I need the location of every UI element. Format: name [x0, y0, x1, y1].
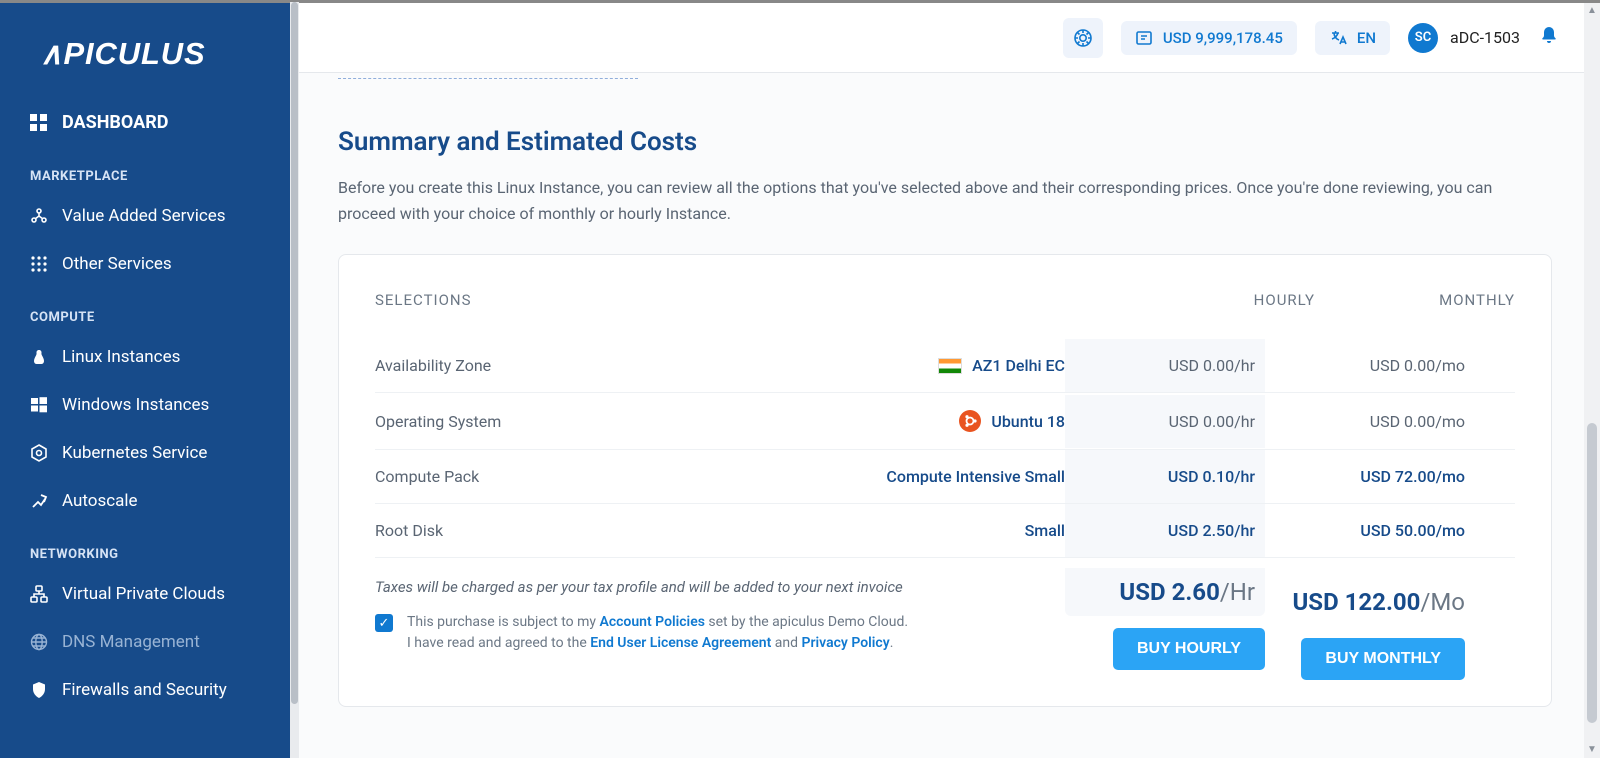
table-row: Operating System Ubuntu 18 USD 0.00/hr U…: [375, 393, 1515, 450]
table-row: Compute Pack Compute Intensive Small USD…: [375, 450, 1515, 504]
shield-icon: [30, 681, 48, 699]
nav-linux[interactable]: Linux Instances: [0, 333, 290, 381]
nav-autoscale[interactable]: Autoscale: [0, 477, 290, 525]
nav-kubernetes-label: Kubernetes Service: [62, 443, 207, 463]
header-selections: SELECTIONS: [375, 291, 1115, 309]
summary-card: SELECTIONS HOURLY MONTHLY Availability Z…: [338, 254, 1552, 707]
topbar: USD 9,999,178.45 EN SC aDC-1503: [290, 3, 1600, 73]
brand-logo[interactable]: ∧PICULUS: [0, 33, 290, 98]
nav-kubernetes[interactable]: Kubernetes Service: [0, 429, 290, 477]
autoscale-icon: [30, 492, 48, 510]
nav-dashboard[interactable]: DASHBOARD: [0, 98, 290, 147]
row-monthly: USD 0.00/mo: [1265, 356, 1465, 375]
notifications-icon[interactable]: [1538, 25, 1560, 51]
flag-india-icon: [938, 358, 962, 374]
nav-autoscale-label: Autoscale: [62, 491, 138, 511]
user-menu[interactable]: SC aDC-1503: [1408, 23, 1520, 53]
nav-dns: DNS Management: [0, 618, 290, 666]
svg-text:∧PICULUS: ∧PICULUS: [40, 36, 205, 71]
eula-link[interactable]: End User License Agreement: [590, 635, 771, 651]
row-monthly: USD 0.00/mo: [1265, 412, 1465, 431]
nav-linux-label: Linux Instances: [62, 347, 180, 367]
row-label: Root Disk: [375, 521, 443, 540]
privacy-link[interactable]: Privacy Policy: [802, 635, 890, 651]
nav-dns-label: DNS Management: [62, 632, 200, 652]
row-hourly: USD 0.00/hr: [1065, 395, 1265, 448]
dashboard-icon: [30, 114, 48, 132]
row-monthly: USD 50.00/mo: [1265, 521, 1465, 540]
nav-vas[interactable]: Value Added Services: [0, 192, 290, 240]
nav-other[interactable]: Other Services: [0, 240, 290, 288]
ubuntu-icon: [959, 410, 981, 432]
agreement-row: ✓ This purchase is subject to my Account…: [375, 612, 1065, 654]
account-policies-link[interactable]: Account Policies: [599, 614, 704, 630]
table-header: SELECTIONS HOURLY MONTHLY: [375, 291, 1515, 339]
row-hourly: USD 0.00/hr: [1065, 339, 1265, 392]
windows-icon: [30, 396, 48, 414]
linux-icon: [30, 348, 48, 366]
language-pill[interactable]: EN: [1315, 21, 1390, 55]
sidebar-scrollbar[interactable]: [290, 2, 299, 758]
content: Summary and Estimated Costs Before you c…: [290, 79, 1600, 758]
header-monthly: MONTHLY: [1315, 291, 1515, 309]
row-hourly: USD 2.50/hr: [1065, 504, 1265, 557]
scroll-thumb[interactable]: [1587, 423, 1597, 723]
row-hourly: USD 0.10/hr: [1065, 450, 1265, 503]
scroll-down-icon[interactable]: ▼: [1587, 744, 1597, 756]
avatar: SC: [1408, 23, 1438, 53]
help-icon[interactable]: [1063, 18, 1103, 58]
sidebar: ∧PICULUS DASHBOARD MARKETPLACE Value Add…: [0, 0, 290, 758]
grid-icon: [30, 255, 48, 273]
row-monthly: USD 72.00/mo: [1265, 467, 1465, 486]
nav-vas-label: Value Added Services: [62, 206, 226, 226]
nav-vpc[interactable]: Virtual Private Clouds: [0, 570, 290, 618]
main: USD 9,999,178.45 EN SC aDC-1503 Summary …: [290, 0, 1600, 758]
nav-dashboard-label: DASHBOARD: [62, 112, 168, 133]
language-text: EN: [1357, 29, 1376, 47]
buy-hourly-button[interactable]: BUY HOURLY: [1113, 628, 1265, 670]
agreement-checkbox[interactable]: ✓: [375, 614, 393, 632]
summary-footer: Taxes will be charged as per your tax pr…: [375, 558, 1515, 680]
vas-icon: [30, 207, 48, 225]
row-value: Ubuntu 18: [991, 412, 1065, 431]
row-value: Compute Intensive Small: [886, 467, 1065, 486]
table-row: Root Disk Small USD 2.50/hr USD 50.00/mo: [375, 504, 1515, 558]
nav-firewalls[interactable]: Firewalls and Security: [0, 666, 290, 714]
breadcrumb[interactable]: [338, 73, 638, 79]
row-value: Small: [1025, 521, 1065, 540]
row-label: Availability Zone: [375, 356, 491, 375]
row-label: Compute Pack: [375, 467, 479, 486]
nav-vpc-label: Virtual Private Clouds: [62, 584, 225, 604]
nav-other-label: Other Services: [62, 254, 172, 274]
nav-firewalls-label: Firewalls and Security: [62, 680, 227, 700]
section-networking: NETWORKING: [0, 525, 290, 570]
row-value: AZ1 Delhi EC: [972, 356, 1065, 375]
wallet-icon: [1135, 29, 1153, 47]
header-hourly: HOURLY: [1115, 291, 1315, 309]
total-monthly: USD 122.00/Mo: [1265, 588, 1465, 616]
total-hourly: USD 2.60/Hr: [1075, 578, 1255, 606]
kubernetes-icon: [30, 444, 48, 462]
nav-windows-label: Windows Instances: [62, 395, 209, 415]
main-scrollbar[interactable]: ▲ ▼: [1584, 3, 1600, 758]
scroll-up-icon[interactable]: ▲: [1587, 5, 1597, 17]
globe-icon: [30, 633, 48, 651]
section-marketplace: MARKETPLACE: [0, 147, 290, 192]
balance-pill[interactable]: USD 9,999,178.45: [1121, 21, 1297, 55]
section-compute: COMPUTE: [0, 288, 290, 333]
nav-windows[interactable]: Windows Instances: [0, 381, 290, 429]
balance-text: USD 9,999,178.45: [1163, 29, 1283, 47]
account-label: aDC-1503: [1450, 28, 1520, 47]
agreement-text: This purchase is subject to my Account P…: [407, 612, 908, 654]
row-label: Operating System: [375, 412, 501, 431]
page-title: Summary and Estimated Costs: [338, 127, 1552, 157]
page-description: Before you create this Linux Instance, y…: [338, 175, 1552, 226]
translate-icon: [1329, 29, 1347, 47]
tax-note: Taxes will be charged as per your tax pr…: [375, 578, 1065, 596]
buy-monthly-button[interactable]: BUY MONTHLY: [1301, 638, 1465, 680]
table-row: Availability Zone AZ1 Delhi EC USD 0.00/…: [375, 339, 1515, 393]
vpc-icon: [30, 585, 48, 603]
